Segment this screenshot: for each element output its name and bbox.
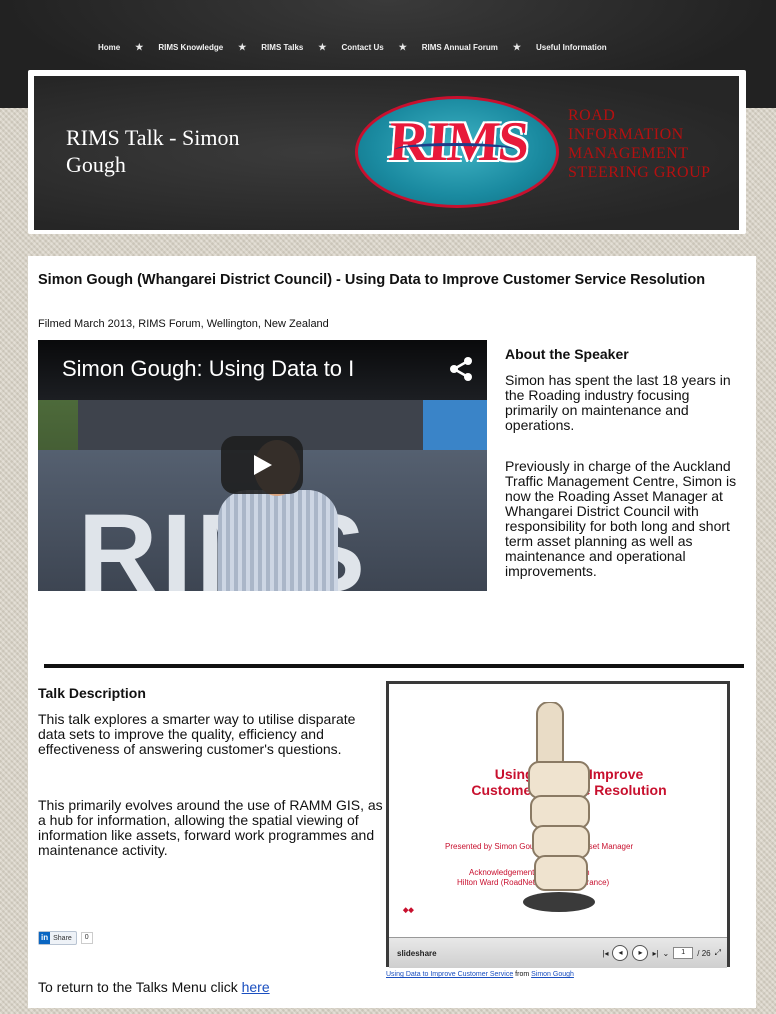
star-separator-icon: ★ — [238, 42, 247, 52]
star-separator-icon: ★ — [512, 42, 521, 52]
slide-area: Using Data to Improve Customer Service R… — [389, 684, 727, 937]
org-name-line: MANAGEMENT — [568, 145, 689, 162]
last-slide-icon[interactable]: ▸| — [652, 949, 658, 958]
talk-title: Simon Gough (Whangarei District Council)… — [38, 272, 706, 288]
nav-home[interactable]: Home — [98, 43, 120, 52]
main-nav: Home ★ RIMS Knowledge ★ RIMS Talks ★ Con… — [98, 42, 752, 53]
view-more-icon[interactable]: ⌄ — [663, 949, 670, 958]
return-to-talks: To return to the Talks Menu click here — [38, 979, 270, 995]
video-speaker-body — [218, 490, 338, 591]
play-button[interactable] — [221, 436, 303, 494]
video-background-screen — [423, 400, 487, 450]
linkedin-share-label: Share — [53, 934, 72, 942]
filmed-info: Filmed March 2013, RIMS Forum, Wellingto… — [38, 318, 329, 330]
star-separator-icon: ★ — [318, 42, 327, 52]
page-number-input[interactable]: 1 — [673, 947, 694, 959]
linkedin-share: in Share 0 — [38, 931, 93, 945]
talk-description-paragraph: This talk explores a smarter way to util… — [38, 711, 356, 757]
talk-description-paragraph: This primarily evolves around the use of… — [38, 797, 383, 858]
section-divider — [44, 664, 744, 668]
org-name-line: ROAD — [568, 107, 616, 124]
fullscreen-icon[interactable]: ⤢ — [715, 948, 721, 958]
video-player[interactable]: RIMS Simon Gough: Using Data to I — [38, 340, 487, 591]
nav-rims-annual-forum[interactable]: RIMS Annual Forum — [422, 43, 498, 52]
linkedin-icon: in — [39, 932, 51, 944]
linkedin-share-button[interactable]: in Share — [38, 931, 77, 945]
nav-useful-information[interactable]: Useful Information — [536, 43, 607, 52]
slideshare-nav: |◂ ◂ ▸ ▸| ⌄ 1 / 26 ⤢ — [602, 945, 727, 961]
nav-rims-talks[interactable]: RIMS Talks — [261, 43, 303, 52]
about-speaker-paragraph: Previously in charge of the Auckland Tra… — [505, 458, 737, 579]
video-title[interactable]: Simon Gough: Using Data to I — [62, 356, 354, 382]
prev-slide-button[interactable]: ◂ — [612, 945, 629, 961]
star-separator-icon: ★ — [135, 42, 144, 52]
about-speaker-paragraph: Simon has spent the last 18 years in the… — [505, 372, 731, 433]
nav-contact-us[interactable]: Contact Us — [341, 43, 383, 52]
slideshare-caption: Using Data to Improve Customer Service f… — [386, 971, 574, 978]
page-title: RIMS Talk - Simon Gough — [66, 125, 240, 177]
share-icon[interactable] — [446, 354, 476, 384]
next-slide-button[interactable]: ▸ — [632, 945, 649, 961]
org-name-line: INFORMATION — [568, 126, 684, 143]
talk-description-heading: Talk Description — [38, 685, 146, 701]
slide-logo: ◆◆ — [403, 907, 414, 914]
share-count: 0 — [80, 932, 93, 944]
first-slide-icon[interactable]: |◂ — [602, 949, 608, 958]
thumbs-up-icon — [523, 702, 595, 912]
return-here-link[interactable]: here — [242, 979, 270, 995]
about-speaker-heading: About the Speaker — [505, 346, 629, 362]
slideshare-brand[interactable]: slideshare — [397, 949, 437, 958]
rims-logo-text: RIMS — [386, 111, 530, 173]
slideshare-presentation-link[interactable]: Using Data to Improve Customer Service — [386, 971, 513, 978]
logo-swoosh-icon — [395, 143, 515, 156]
slideshare-embed[interactable]: Using Data to Improve Customer Service R… — [386, 681, 730, 968]
return-text: To return to the Talks Menu click — [38, 979, 242, 995]
org-name: ROAD INFORMATION MANAGEMENT STEERING GRO… — [568, 106, 743, 182]
slideshare-author-link[interactable]: Simon Gough — [531, 971, 574, 978]
star-separator-icon: ★ — [398, 42, 407, 52]
nav-rims-knowledge[interactable]: RIMS Knowledge — [158, 43, 223, 52]
org-name-line: STEERING GROUP — [568, 164, 711, 181]
slideshare-controls: slideshare |◂ ◂ ▸ ▸| ⌄ 1 / 26 ⤢ — [389, 937, 727, 968]
page-total: / 26 — [697, 948, 711, 958]
caption-from: from — [513, 971, 532, 978]
